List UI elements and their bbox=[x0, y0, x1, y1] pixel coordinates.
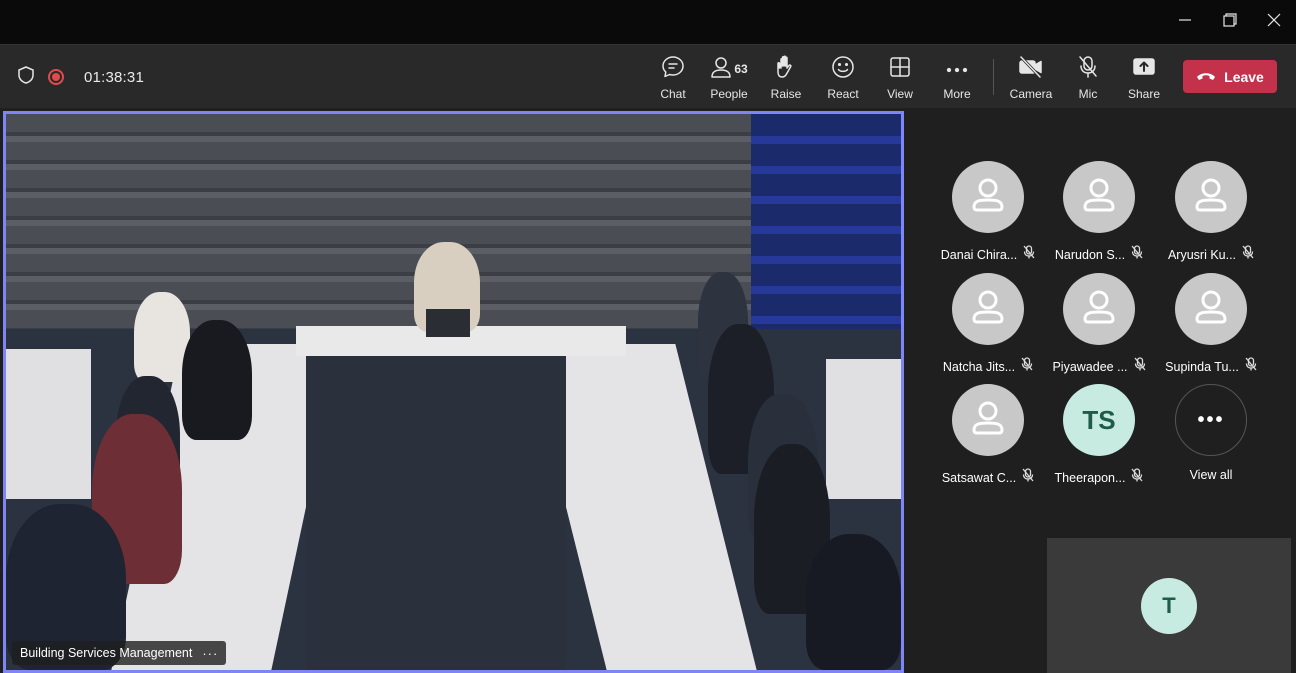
stage-participant-name: Building Services Management bbox=[20, 646, 193, 660]
view-all-button[interactable]: ••• View all bbox=[1155, 384, 1267, 496]
participant-name: Satsawat C... bbox=[941, 470, 1017, 485]
self-avatar: T bbox=[1141, 578, 1197, 634]
participant-name: Aryusri Ku... bbox=[1167, 247, 1237, 262]
restore-button[interactable] bbox=[1208, 0, 1252, 44]
close-icon bbox=[1267, 13, 1281, 32]
participant-tile[interactable]: Aryusri Ku... bbox=[1155, 161, 1267, 273]
person-icon bbox=[968, 175, 1008, 220]
chat-button[interactable]: Chat bbox=[645, 55, 701, 103]
title-bar bbox=[0, 0, 1296, 44]
more-button[interactable]: More bbox=[929, 55, 985, 103]
mic-off-icon bbox=[1077, 55, 1099, 84]
people-button[interactable]: 63 People bbox=[701, 55, 757, 103]
mic-off-icon bbox=[1131, 468, 1143, 487]
shield-icon[interactable] bbox=[18, 65, 34, 89]
mic-label: Mic bbox=[1078, 87, 1098, 101]
main-video-stage[interactable]: Building Services Management ··· bbox=[3, 111, 904, 673]
self-view-tile[interactable]: T bbox=[1047, 538, 1291, 673]
avatar bbox=[952, 161, 1024, 233]
camera-off-icon bbox=[1018, 55, 1044, 83]
participant-tile[interactable]: Satsawat C... bbox=[932, 384, 1044, 496]
participant-tile[interactable]: TS Theerapon... bbox=[1043, 384, 1155, 496]
participant-tile[interactable]: Piyawadee ... bbox=[1043, 273, 1155, 385]
share-label: Share bbox=[1127, 87, 1161, 101]
avatar bbox=[1175, 273, 1247, 345]
restore-icon bbox=[1223, 12, 1237, 32]
raise-hand-icon bbox=[775, 55, 797, 84]
leave-button[interactable]: Leave bbox=[1183, 60, 1277, 93]
person-icon bbox=[1191, 287, 1231, 332]
person-icon bbox=[1191, 175, 1231, 220]
self-avatar-initials: T bbox=[1162, 593, 1176, 618]
share-icon bbox=[1132, 57, 1156, 82]
mic-off-icon bbox=[1131, 245, 1143, 264]
share-button[interactable]: Share bbox=[1116, 55, 1172, 103]
person-icon bbox=[1079, 287, 1119, 332]
participant-name: Danai Chira... bbox=[940, 247, 1018, 262]
avatar bbox=[1063, 273, 1135, 345]
person-icon bbox=[1079, 175, 1119, 220]
avatar-initials: TS bbox=[1082, 404, 1116, 435]
mic-off-icon bbox=[1022, 468, 1034, 487]
react-button[interactable]: React bbox=[815, 55, 871, 103]
close-button[interactable] bbox=[1252, 0, 1296, 44]
avatar bbox=[952, 384, 1024, 456]
recording-timer: 01:38:31 bbox=[84, 68, 144, 86]
mic-off-icon bbox=[1021, 357, 1033, 376]
toolbar-divider bbox=[993, 59, 994, 95]
more-dots: ••• bbox=[1197, 408, 1225, 431]
react-label: React bbox=[827, 87, 859, 101]
participant-name: Theerapon... bbox=[1054, 470, 1126, 485]
stage-more-options-button[interactable]: ··· bbox=[202, 646, 218, 661]
raise-label: Raise bbox=[770, 87, 802, 101]
more-label: More bbox=[943, 87, 971, 101]
grid-view-icon bbox=[889, 56, 911, 83]
avatar: TS bbox=[1063, 384, 1135, 456]
avatar bbox=[952, 273, 1024, 345]
view-button[interactable]: View bbox=[872, 55, 928, 103]
hang-up-icon bbox=[1196, 68, 1216, 86]
more-icon bbox=[946, 60, 968, 78]
participant-tile[interactable]: Narudon S... bbox=[1043, 161, 1155, 273]
person-icon bbox=[968, 398, 1008, 443]
mic-off-icon bbox=[1134, 357, 1146, 376]
camera-label: Camera bbox=[1009, 87, 1053, 101]
participant-name: Natcha Jits... bbox=[942, 359, 1016, 374]
view-label: View bbox=[887, 87, 913, 101]
people-label: People bbox=[710, 87, 748, 101]
smiley-icon bbox=[831, 55, 855, 84]
mic-off-icon bbox=[1245, 357, 1257, 376]
recording-icon bbox=[48, 69, 64, 85]
people-count: 63 bbox=[734, 62, 748, 76]
participant-tile[interactable]: Supinda Tu... bbox=[1155, 273, 1267, 385]
mic-off-icon bbox=[1242, 245, 1254, 264]
chat-label: Chat bbox=[660, 87, 686, 101]
conference-room-video bbox=[6, 114, 901, 670]
view-all-label: View all bbox=[1189, 468, 1233, 482]
participant-name: Piyawadee ... bbox=[1052, 359, 1128, 374]
avatar bbox=[1175, 161, 1247, 233]
chat-icon bbox=[661, 55, 685, 84]
participant-name: Narudon S... bbox=[1054, 247, 1126, 262]
mic-button[interactable]: Mic bbox=[1060, 55, 1116, 103]
avatar bbox=[1063, 161, 1135, 233]
minimize-button[interactable] bbox=[1163, 0, 1207, 44]
camera-button[interactable]: Camera bbox=[1003, 55, 1059, 103]
participant-tile[interactable]: Natcha Jits... bbox=[932, 273, 1044, 385]
participant-name: Supinda Tu... bbox=[1165, 359, 1239, 374]
leave-label: Leave bbox=[1224, 68, 1264, 85]
meeting-toolbar: 01:38:31 Chat 63 People Raise React View… bbox=[0, 44, 1296, 108]
participant-tile[interactable]: Danai Chira... bbox=[932, 161, 1044, 273]
mic-off-icon bbox=[1023, 245, 1035, 264]
people-icon bbox=[710, 56, 732, 83]
minimize-icon bbox=[1178, 13, 1192, 32]
raise-hand-button[interactable]: Raise bbox=[758, 55, 814, 103]
person-icon bbox=[968, 287, 1008, 332]
more-participants-icon: ••• bbox=[1175, 384, 1247, 456]
stage-participant-label: Building Services Management ··· bbox=[12, 641, 227, 665]
